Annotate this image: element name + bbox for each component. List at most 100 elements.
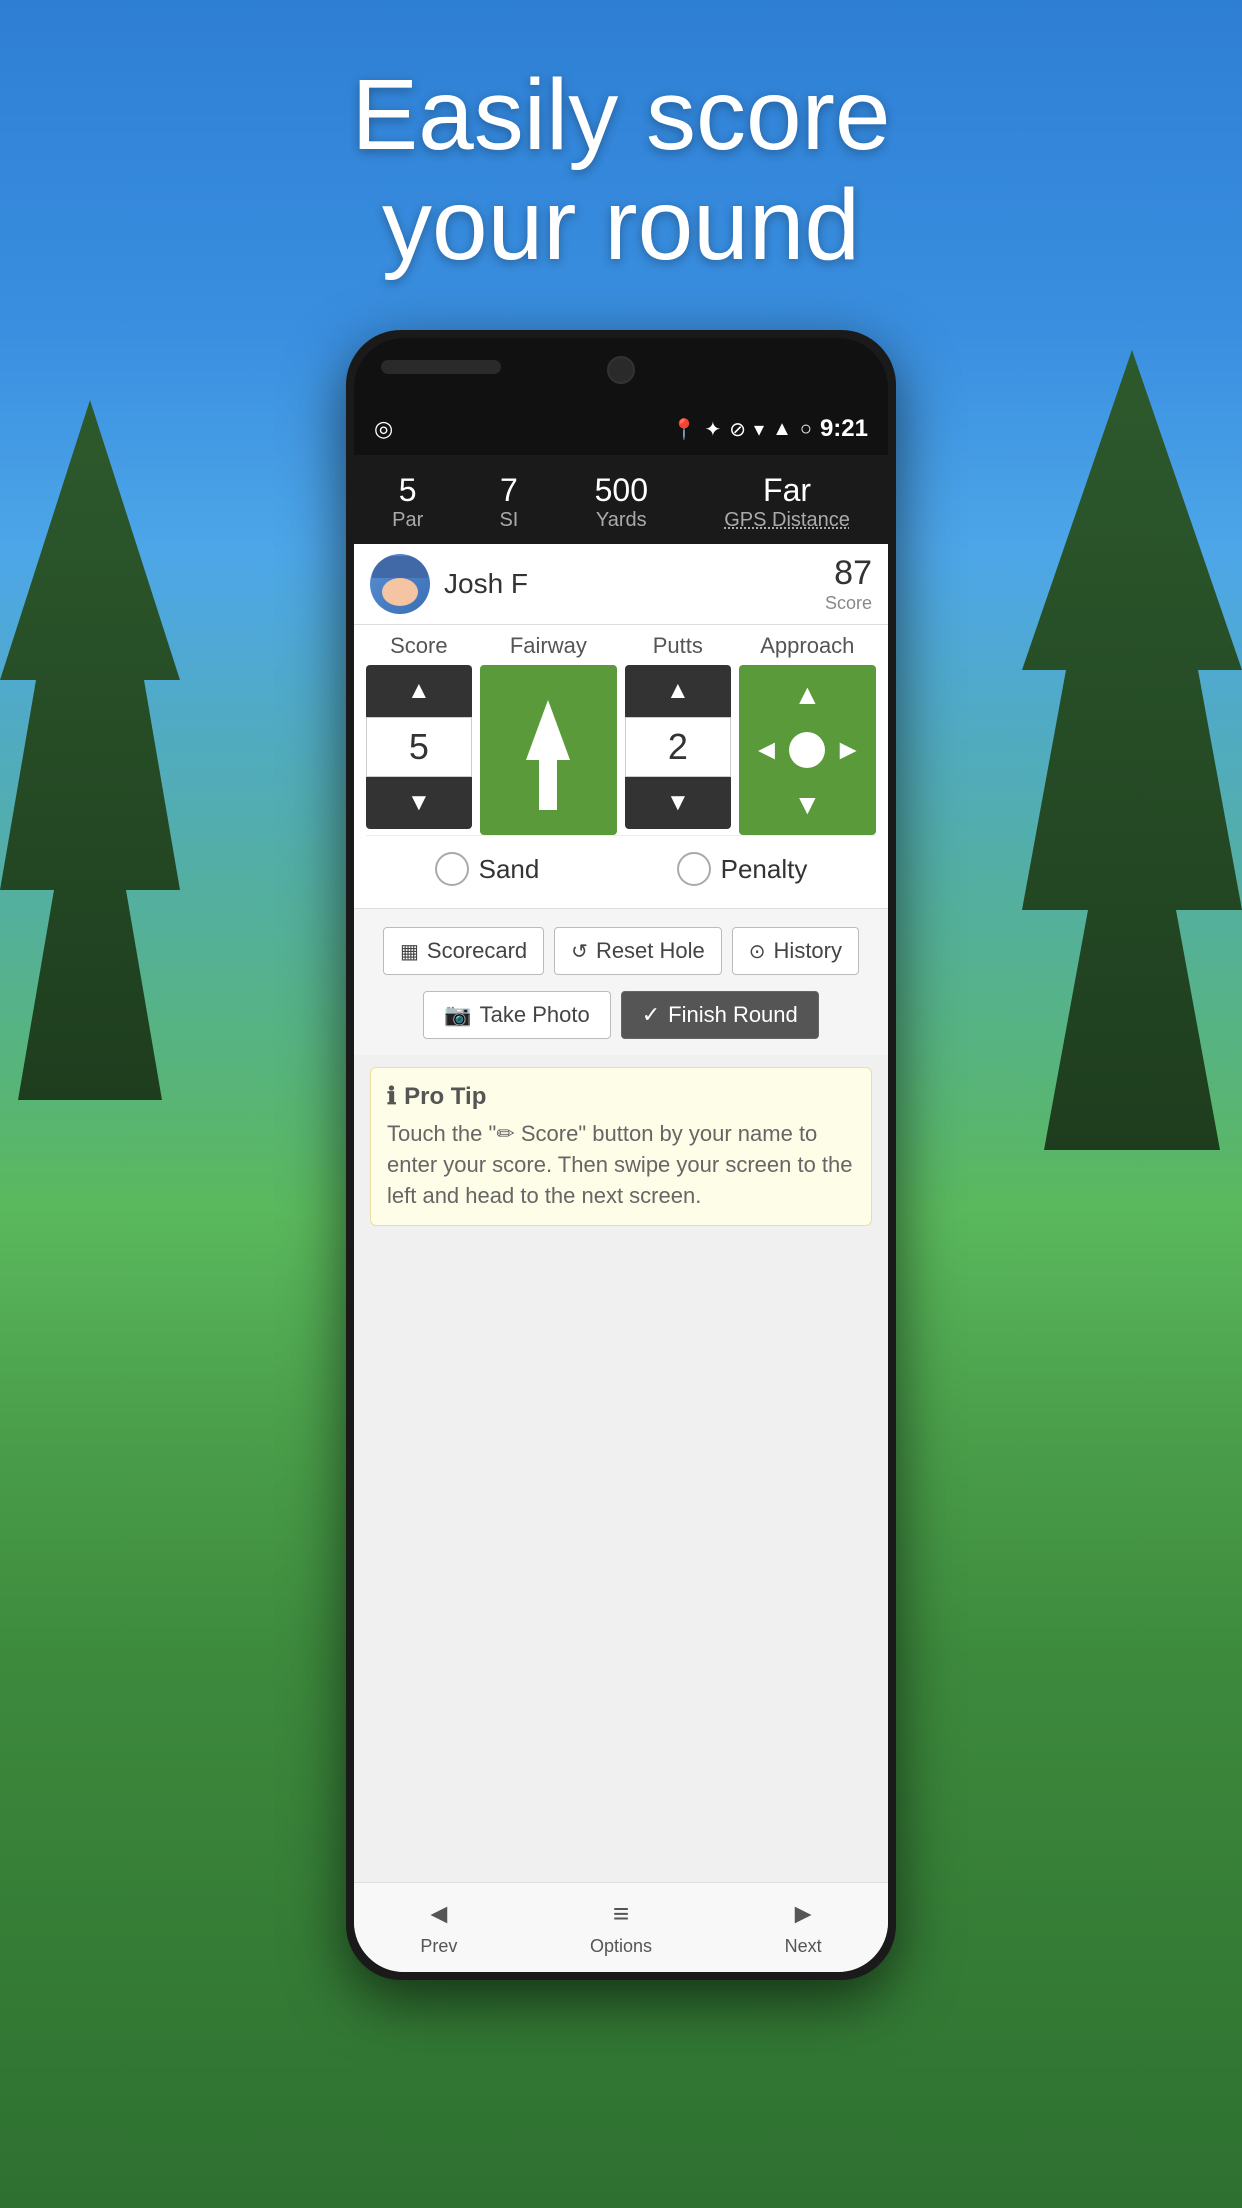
fairway-arrow-head xyxy=(526,700,570,760)
pro-tip-box: ℹ Pro Tip Touch the "✏ Score" button by … xyxy=(370,1067,872,1226)
phone-speaker xyxy=(381,360,501,374)
hole-yards: 500 Yards xyxy=(595,472,648,532)
hole-par-label: Par xyxy=(392,509,423,532)
score-header: Score xyxy=(366,633,472,659)
hole-stats: 5 Par 7 SI 500 Yards Far GPS Distance xyxy=(354,464,888,544)
finish-round-button[interactable]: ✓ Finish Round xyxy=(621,991,819,1039)
putts-value: 2 xyxy=(625,717,731,777)
avatar-hat xyxy=(372,556,428,578)
options-icon: ≡ xyxy=(613,1898,629,1930)
pro-tip-title: ℹ Pro Tip xyxy=(387,1082,855,1111)
player-score-value: 87 xyxy=(825,554,872,593)
reset-hole-button[interactable]: ↺ Reset Hole xyxy=(554,927,722,975)
next-label: Next xyxy=(785,1936,822,1957)
prev-label: Prev xyxy=(420,1936,457,1957)
putts-stepper-col: ▲ 2 ▼ xyxy=(625,665,731,829)
checkmark-icon: ✓ xyxy=(642,1002,660,1028)
location-icon: 📍 xyxy=(672,417,697,442)
putts-increment-button[interactable]: ▲ xyxy=(625,665,731,717)
finish-round-label: Finish Round xyxy=(668,1002,798,1028)
approach-col: ▲ ▼ ◄ ► xyxy=(739,665,876,835)
score-area: Score Fairway Putts Approach xyxy=(354,625,888,908)
history-label: History xyxy=(774,938,842,964)
reset-hole-label: Reset Hole xyxy=(596,938,705,964)
approach-header: Approach xyxy=(739,633,876,659)
bottom-navigation: ◄ Prev ≡ Options ► Next xyxy=(354,1882,888,1972)
scorecard-icon: ▦ xyxy=(400,939,419,964)
camera-icon: 📷 xyxy=(444,1002,471,1028)
fairway-arrow-body xyxy=(539,760,557,810)
sand-label: Sand xyxy=(479,854,540,885)
reset-icon: ↺ xyxy=(571,939,588,964)
score-decrement-button[interactable]: ▼ xyxy=(366,777,472,829)
player-score-container: 87 Score xyxy=(825,554,872,614)
score-value: 5 xyxy=(366,717,472,777)
hole-gps-label: GPS Distance xyxy=(724,509,850,532)
history-button[interactable]: ⊙ History xyxy=(732,927,859,975)
approach-right-icon: ► xyxy=(834,734,862,766)
action-buttons-row-2: 📷 Take Photo ✓ Finish Round xyxy=(354,985,888,1055)
battery-icon: ○ xyxy=(800,418,812,441)
scorecard-label: Scorecard xyxy=(427,938,527,964)
status-time: 9:21 xyxy=(820,415,868,443)
score-stepper: ▲ 5 ▼ xyxy=(366,665,472,829)
signal-icon: ▲ xyxy=(772,418,792,441)
phone-camera xyxy=(607,356,635,384)
fairway-widget[interactable] xyxy=(480,665,617,835)
hero-line1: Easily score xyxy=(0,60,1242,170)
bottom-nav-next[interactable]: ► Next xyxy=(785,1898,822,1957)
hero-line2: your round xyxy=(0,170,1242,280)
bottom-nav-options[interactable]: ≡ Options xyxy=(590,1898,652,1957)
player-avatar xyxy=(370,554,430,614)
phone-screen: Hole 1 5 Par 7 SI 500 Yards Far GPS Dist… xyxy=(354,403,888,1972)
penalty-checkbox[interactable] xyxy=(677,852,711,886)
penalty-checkbox-item[interactable]: Penalty xyxy=(677,852,808,886)
options-label: Options xyxy=(590,1936,652,1957)
hole-par-value: 5 xyxy=(392,472,423,509)
action-buttons-row-1: ▦ Scorecard ↺ Reset Hole ⊙ History xyxy=(354,909,888,985)
dnd-icon: ⊘ xyxy=(729,417,746,442)
player-row[interactable]: Josh F 87 Score xyxy=(354,544,888,625)
take-photo-button[interactable]: 📷 Take Photo xyxy=(423,991,610,1039)
approach-left-icon: ◄ xyxy=(753,734,781,766)
approach-up-icon: ▲ xyxy=(793,679,821,711)
player-score-label: Score xyxy=(825,593,872,614)
hole-yards-value: 500 xyxy=(595,472,648,509)
hole-par: 5 Par xyxy=(392,472,423,532)
putts-header: Putts xyxy=(625,633,731,659)
bottom-nav-prev[interactable]: ◄ Prev xyxy=(420,1898,457,1957)
sand-checkbox-item[interactable]: Sand xyxy=(435,852,540,886)
hole-gps-value: Far xyxy=(724,472,850,509)
prev-icon: ◄ xyxy=(425,1898,453,1930)
next-icon: ► xyxy=(789,1898,817,1930)
take-photo-label: Take Photo xyxy=(480,1002,590,1028)
history-icon: ⊙ xyxy=(749,939,766,964)
putts-decrement-button[interactable]: ▼ xyxy=(625,777,731,829)
status-icons: 📍 ✦ ⊘ ▾ ▲ ○ 9:21 xyxy=(672,415,868,443)
fairway-col xyxy=(480,665,617,835)
score-increment-button[interactable]: ▲ xyxy=(366,665,472,717)
hero-text: Easily score your round xyxy=(0,60,1242,280)
approach-center-dot xyxy=(789,732,825,768)
hole-si: 7 SI xyxy=(499,472,518,532)
avatar-face xyxy=(382,578,418,606)
score-stepper-col: ▲ 5 ▼ xyxy=(366,665,472,829)
penalty-label: Penalty xyxy=(721,854,808,885)
sand-checkbox[interactable] xyxy=(435,852,469,886)
hole-si-value: 7 xyxy=(499,472,518,509)
info-icon: ℹ xyxy=(387,1082,396,1111)
hole-yards-label: Yards xyxy=(595,509,648,532)
wifi-icon: ▾ xyxy=(754,417,764,442)
pro-tip-text: Touch the "✏ Score" button by your name … xyxy=(387,1119,855,1211)
status-location-icon: ◎ xyxy=(374,416,393,442)
player-name: Josh F xyxy=(444,568,825,600)
hole-si-label: SI xyxy=(499,509,518,532)
fairway-header: Fairway xyxy=(480,633,617,659)
phone-inner: ◎ 📍 ✦ ⊘ ▾ ▲ ○ 9:21 Glendale Golf & Coun.… xyxy=(354,338,888,1972)
status-bar: ◎ 📍 ✦ ⊘ ▾ ▲ ○ 9:21 xyxy=(354,403,888,455)
putts-stepper: ▲ 2 ▼ xyxy=(625,665,731,829)
approach-widget[interactable]: ▲ ▼ ◄ ► xyxy=(739,665,876,835)
approach-down-icon: ▼ xyxy=(793,789,821,821)
scorecard-button[interactable]: ▦ Scorecard xyxy=(383,927,544,975)
bluetooth-icon: ✦ xyxy=(704,417,721,442)
